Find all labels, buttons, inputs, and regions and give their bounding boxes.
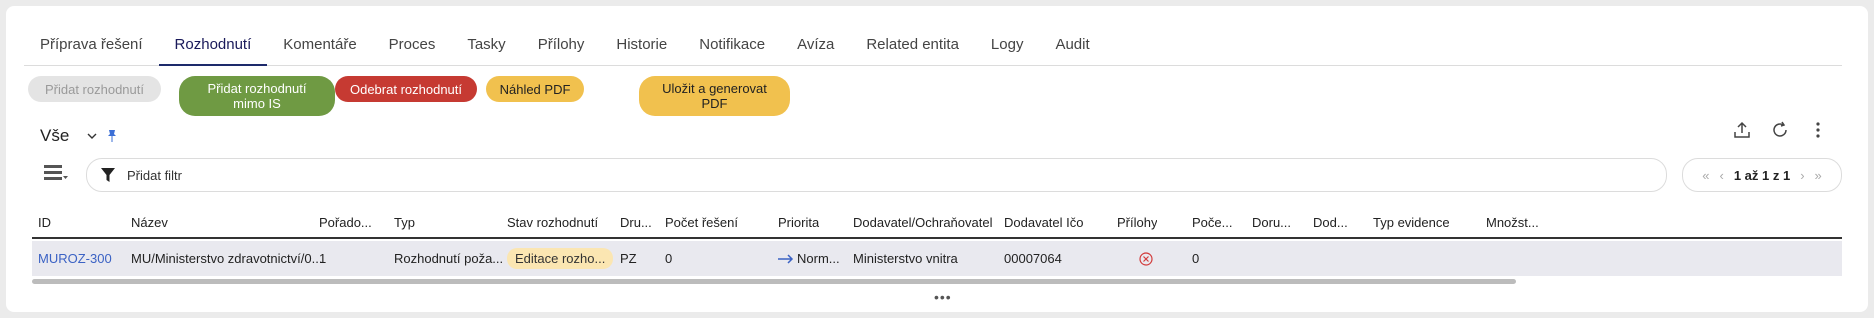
col-priorita[interactable]: Priorita xyxy=(778,207,819,237)
col-stav[interactable]: Stav rozhodnutí xyxy=(507,207,598,237)
table-header: ID Název Pořado... Typ Stav rozhodnutí D… xyxy=(32,207,1842,239)
table-toolbar xyxy=(1732,120,1828,140)
tab-prilohy[interactable]: Přílohy xyxy=(522,28,601,66)
row-priorita: Norm... xyxy=(778,241,840,276)
row-id-link[interactable]: MUROZ-300 xyxy=(38,241,112,276)
save-generate-pdf-button[interactable]: Uložit a generovat PDF xyxy=(639,76,790,116)
pdf-preview-button[interactable]: Náhled PDF xyxy=(486,76,584,102)
status-badge: Editace rozho... xyxy=(507,248,614,269)
col-mnozstvi[interactable]: Množst... xyxy=(1486,207,1539,237)
col-poradi[interactable]: Pořado... xyxy=(319,207,372,237)
row-typ: Rozhodnutí poža... xyxy=(394,251,504,266)
last-page-icon[interactable]: » xyxy=(1815,168,1822,183)
filter-bar[interactable]: Přidat filtr xyxy=(86,158,1667,192)
tab-priprava-reseni[interactable]: Příprava řešení xyxy=(24,28,159,66)
priority-label: Norm... xyxy=(797,251,840,266)
tab-komentare[interactable]: Komentáře xyxy=(267,28,372,66)
col-id[interactable]: ID xyxy=(38,207,51,237)
view-selected-label: Vše xyxy=(40,126,70,145)
next-page-icon[interactable]: › xyxy=(1800,168,1804,183)
view-selector[interactable]: Vše xyxy=(40,126,117,146)
add-decision-outside-button[interactable]: Přidat rozhodnutí mimo IS xyxy=(179,76,335,116)
tab-tasky[interactable]: Tasky xyxy=(451,28,521,66)
refresh-icon[interactable] xyxy=(1770,120,1790,140)
col-druh[interactable]: Dru... xyxy=(620,207,652,237)
row-dodavatel: Ministerstvo vnitra xyxy=(853,251,958,266)
tab-aviza[interactable]: Avíza xyxy=(781,28,850,66)
row-pocet: 0 xyxy=(1192,251,1200,266)
more-menu-icon[interactable] xyxy=(1808,120,1828,140)
prev-page-icon[interactable]: ‹ xyxy=(1719,168,1723,183)
tab-related-entita[interactable]: Related entita xyxy=(850,28,975,66)
horizontal-scrollbar[interactable] xyxy=(32,279,1516,284)
no-attachment-icon xyxy=(1139,241,1153,276)
page-info: 1 až 1 z 1 xyxy=(1733,167,1791,183)
col-prilohy[interactable]: Přílohy xyxy=(1117,207,1157,237)
col-dod[interactable]: Dod... xyxy=(1313,207,1348,237)
first-page-icon[interactable]: « xyxy=(1702,168,1709,183)
column-settings-icon[interactable] xyxy=(44,164,68,187)
arrow-right-icon xyxy=(778,253,794,264)
row-pocet-reseni: 0 xyxy=(665,251,673,266)
decision-panel: Příprava řešení Rozhodnutí Komentáře Pro… xyxy=(6,6,1868,312)
tab-proces[interactable]: Proces xyxy=(373,28,452,66)
row-poradi: 1 xyxy=(319,251,327,266)
pin-icon[interactable] xyxy=(107,129,117,143)
col-nazev[interactable]: Název xyxy=(131,207,168,237)
col-typ-evidence[interactable]: Typ evidence xyxy=(1373,207,1450,237)
remove-decision-button[interactable]: Odebrat rozhodnutí xyxy=(335,76,477,102)
add-filter-label: Přidat filtr xyxy=(127,167,182,183)
tab-rozhodnuti[interactable]: Rozhodnutí xyxy=(158,28,268,66)
add-decision-button[interactable]: Přidat rozhodnutí xyxy=(28,76,161,102)
tab-bar: Příprava řešení Rozhodnutí Komentáře Pro… xyxy=(24,28,1842,66)
more-dots-icon[interactable]: ••• xyxy=(934,289,952,305)
col-pocet-reseni[interactable]: Počet řešení xyxy=(665,207,738,237)
tab-logy[interactable]: Logy xyxy=(975,28,1040,66)
tab-audit[interactable]: Audit xyxy=(1039,28,1105,66)
row-druh: PZ xyxy=(620,251,637,266)
row-ico: 00007064 xyxy=(1004,251,1062,266)
pagination: « ‹ 1 až 1 z 1 › » xyxy=(1682,158,1842,192)
chevron-down-icon[interactable] xyxy=(87,131,97,141)
col-ico[interactable]: Dodavatel Ičo xyxy=(1004,207,1084,237)
col-doruceni[interactable]: Doru... xyxy=(1252,207,1291,237)
col-pocet[interactable]: Poče... xyxy=(1192,207,1232,237)
tab-historie[interactable]: Historie xyxy=(600,28,683,66)
row-stav: Editace rozho... xyxy=(507,241,614,276)
export-icon[interactable] xyxy=(1732,120,1752,140)
col-typ[interactable]: Typ xyxy=(394,207,415,237)
col-dodavatel[interactable]: Dodavatel/Ochraňovatel xyxy=(853,207,992,237)
row-nazev: MU/Ministerstvo zdravotnictví/0... xyxy=(131,251,323,266)
filter-icon xyxy=(101,168,115,182)
table-row[interactable]: MUROZ-300 MU/Ministerstvo zdravotnictví/… xyxy=(32,241,1842,276)
tab-notifikace[interactable]: Notifikace xyxy=(683,28,781,66)
